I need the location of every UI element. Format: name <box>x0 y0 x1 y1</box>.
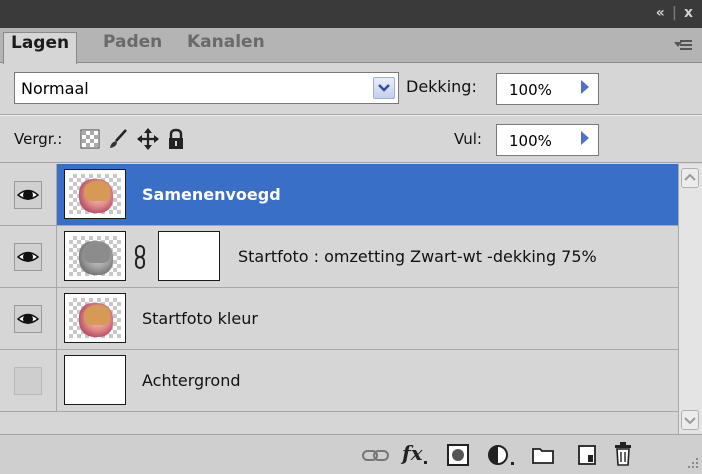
layer-mask-thumbnail[interactable] <box>158 231 220 281</box>
fill-label: Vul: <box>454 130 482 148</box>
blend-mode-select[interactable]: Normaal <box>14 72 399 104</box>
layer-thumbnail[interactable] <box>64 293 126 343</box>
layer-name[interactable]: Achtergrond <box>142 371 240 390</box>
blend-mode-value: Normaal <box>21 79 89 98</box>
fill-value: 100% <box>509 132 552 150</box>
hair <box>84 305 110 325</box>
layer-row-startfoto-kleur[interactable]: Startfoto kleur <box>0 288 678 350</box>
new-group-icon[interactable] <box>531 445 555 465</box>
close-icon[interactable]: x <box>684 5 694 21</box>
divider: | <box>671 5 678 21</box>
resize-grip-icon[interactable] <box>684 456 700 472</box>
svg-text:fx: fx <box>400 441 424 465</box>
lock-all-icon[interactable] <box>167 128 185 150</box>
eye-icon[interactable] <box>14 243 42 271</box>
panel-titlebar: « | x <box>0 0 702 28</box>
portrait-image <box>79 179 113 213</box>
transparency-grid <box>69 174 121 214</box>
tab-paden[interactable]: Paden <box>96 32 169 62</box>
visibility-cell <box>0 164 57 225</box>
adjustment-layer-icon[interactable] <box>487 443 517 467</box>
divider <box>0 162 702 163</box>
visibility-cell <box>0 226 57 287</box>
layer-row-startfoto-zwart-wit[interactable]: Startfoto : omzetting Zwart-wt -dekking … <box>0 226 678 288</box>
add-mask-icon[interactable] <box>446 443 470 467</box>
opacity-value: 100% <box>509 81 552 99</box>
visibility-cell <box>0 350 57 411</box>
layer-thumbnail[interactable] <box>64 169 126 219</box>
fill-field[interactable]: 100% <box>496 124 599 156</box>
opacity-slider-arrow-icon[interactable] <box>581 80 589 94</box>
tab-lagen[interactable]: Lagen <box>3 32 78 64</box>
fill-slider-arrow-icon[interactable] <box>581 131 589 145</box>
visibility-toggle[interactable] <box>14 367 42 395</box>
layer-name[interactable]: Samenenvoegd <box>142 185 281 204</box>
hair <box>84 243 110 263</box>
panel-tabs: Lagen Paden Kanalen <box>0 28 702 64</box>
window-controls: « | x <box>650 5 694 21</box>
transparency-grid <box>69 236 121 276</box>
portrait-image <box>79 241 113 275</box>
portrait-image <box>79 303 113 337</box>
lock-transparent-icon[interactable] <box>80 129 100 149</box>
opacity-field[interactable]: 100% <box>496 73 599 105</box>
layer-name[interactable]: Startfoto : omzetting Zwart-wt -dekking … <box>238 247 597 266</box>
visibility-cell <box>0 288 57 349</box>
transparency-grid <box>69 298 121 338</box>
layer-row-achtergrond[interactable]: Achtergrond <box>0 350 678 412</box>
layer-row-samenenvoegd[interactable]: Samenenvoegd <box>0 164 678 226</box>
lock-move-icon[interactable] <box>137 128 159 150</box>
mask-link-icon[interactable] <box>133 244 147 270</box>
lock-label: Vergr.: <box>14 130 63 148</box>
divider <box>0 115 702 116</box>
fx-icon[interactable]: fx <box>400 441 430 469</box>
trash-icon[interactable] <box>612 441 634 467</box>
opacity-label: Dekking: <box>406 77 477 96</box>
hair <box>84 181 110 201</box>
new-layer-icon[interactable] <box>576 443 598 467</box>
chevron-down-icon[interactable] <box>373 77 395 99</box>
tab-kanalen[interactable]: Kanalen <box>180 32 272 62</box>
layer-name[interactable]: Startfoto kleur <box>142 309 258 328</box>
link-layers-icon[interactable] <box>361 448 391 464</box>
scroll-up-button[interactable] <box>681 168 699 188</box>
layer-thumbnail[interactable] <box>64 231 126 281</box>
collapse-icon[interactable]: « <box>656 5 666 21</box>
layers-list: Samenenvoegd Startfoto: omzetting Zwart… <box>0 164 678 434</box>
eye-icon[interactable] <box>14 181 42 209</box>
lock-paint-icon[interactable] <box>107 128 129 150</box>
eye-icon[interactable] <box>14 305 42 333</box>
layers-panel: « | x Lagen Paden Kanalen Normaal Dekking:… <box>0 0 702 474</box>
panel-menu-icon[interactable] <box>674 38 692 52</box>
layers-scrollbar[interactable] <box>678 164 702 434</box>
layer-thumbnail[interactable] <box>64 355 126 405</box>
scroll-down-button[interactable] <box>681 410 699 430</box>
layers-bottom-bar: fx <box>0 434 702 474</box>
